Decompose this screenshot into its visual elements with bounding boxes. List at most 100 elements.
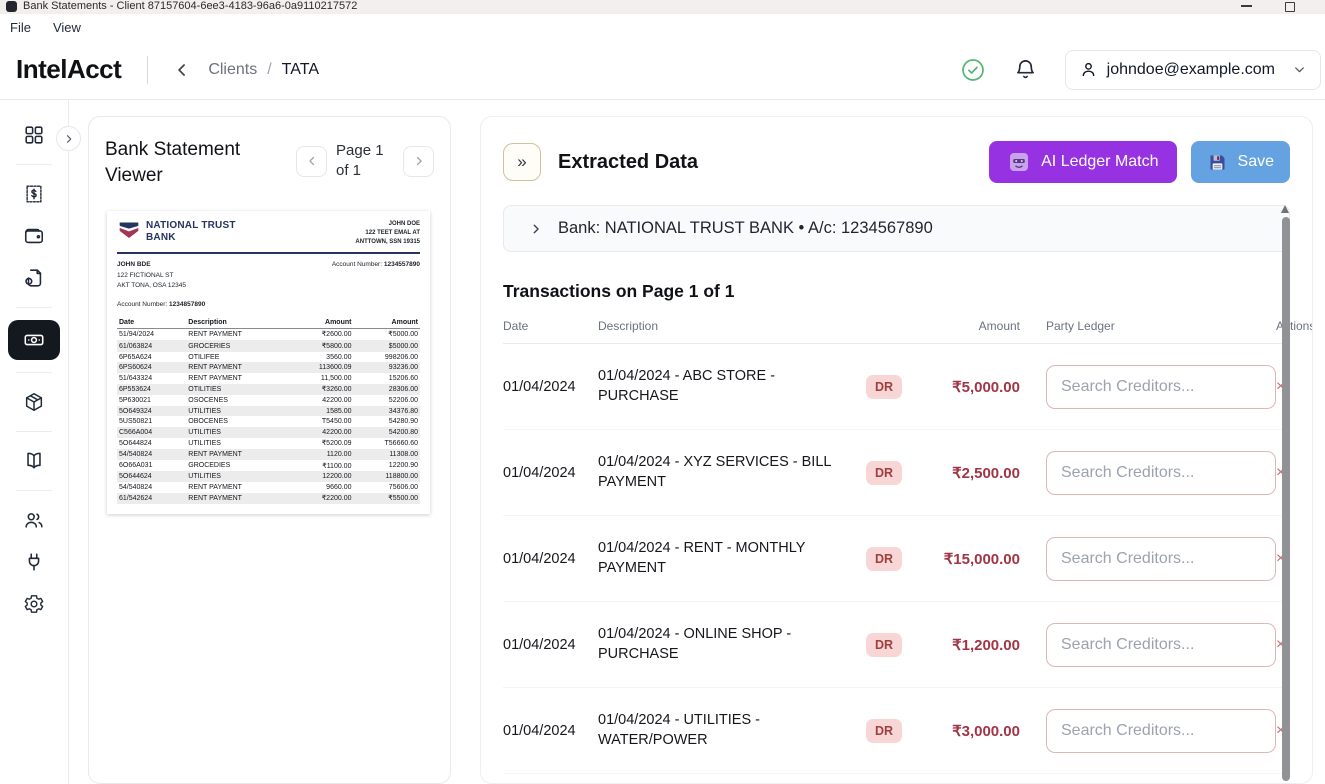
sidebar-item-reports[interactable]: [14, 444, 54, 478]
back-chevron-icon[interactable]: [172, 60, 192, 80]
package-icon: [23, 391, 45, 413]
page-indicator: Page 1 of 1: [336, 141, 394, 182]
prev-page-button[interactable]: [296, 146, 327, 177]
statement-rule: [117, 252, 420, 254]
col-date: Date: [503, 319, 598, 333]
statement-row: 5US50821OBOCENEST5450.0054280.90: [117, 416, 420, 427]
header-divider: [147, 56, 148, 84]
sidebar-item-settings[interactable]: [14, 587, 54, 621]
transaction-row: 01/04/2024 01/04/2024 - ABC STORE - PURC…: [503, 344, 1290, 430]
sidebar-divider: [16, 164, 52, 165]
sidebar-divider: [16, 431, 52, 432]
banknote-icon: [23, 329, 45, 351]
transaction-date: 01/04/2024: [503, 723, 598, 739]
scrollbar-thumb[interactable]: [1282, 217, 1290, 781]
transaction-row: 01/04/2024 01/04/2024 - ONLINE SHOP - PU…: [503, 602, 1290, 688]
col-party-ledger: Party Ledger: [1046, 319, 1276, 333]
transaction-description: 01/04/2024 - ABC STORE - PURCHASE: [598, 367, 866, 406]
transactions-section-title: Transactions on Page 1 of 1: [503, 281, 1290, 302]
breadcrumb-current[interactable]: TATA: [282, 61, 319, 79]
transaction-amount: ₹15,000.00: [912, 550, 1020, 568]
dr-badge: DR: [866, 719, 902, 743]
sidebar-divider: [16, 490, 52, 491]
transaction-date: 01/04/2024: [503, 551, 598, 567]
check-circle-icon: [960, 57, 986, 83]
statement-row: 6PS60624RENT PAYMENT113600.0993236.00: [117, 362, 420, 373]
next-page-button[interactable]: [403, 146, 434, 177]
wallet-icon: [23, 225, 45, 247]
transaction-amount: ₹5,000.00: [912, 378, 1020, 396]
menu-view[interactable]: View: [53, 20, 81, 35]
transaction-description: 01/04/2024 - UTILITIES - WATER/POWER: [598, 711, 866, 750]
sidebar-nav: [0, 100, 69, 784]
bank-summary-text: Bank: NATIONAL TRUST BANK • A/c: 1234567…: [558, 219, 933, 238]
ai-ledger-match-button[interactable]: AI Ledger Match: [989, 141, 1176, 183]
vertical-scrollbar[interactable]: [1281, 205, 1290, 783]
bank-summary-accordion[interactable]: Bank: NATIONAL TRUST BANK • A/c: 1234567…: [503, 205, 1290, 252]
sidebar-item-receipts[interactable]: [14, 177, 54, 211]
statement-row: 6O66A031GROCEDIES₹1100.0012200.90: [117, 460, 420, 472]
sidebar-item-bank-statements[interactable]: [8, 320, 60, 360]
app-logo: IntelAcct: [16, 54, 121, 85]
sidebar-item-dashboard[interactable]: [14, 118, 54, 152]
transaction-date: 01/04/2024: [503, 637, 598, 653]
user-menu[interactable]: johndoe@example.com: [1065, 50, 1321, 90]
sidebar-item-billing[interactable]: [14, 261, 54, 295]
save-button[interactable]: Save: [1191, 141, 1290, 183]
dr-badge: DR: [866, 633, 902, 657]
dr-badge: DR: [866, 461, 902, 485]
statement-col-amount1: Amount: [289, 317, 354, 329]
transaction-description: 01/04/2024 - XYZ SERVICES - BILL PAYMENT: [598, 453, 866, 492]
minimize-icon[interactable]: [1241, 0, 1253, 12]
dr-badge: DR: [866, 547, 902, 571]
menu-file[interactable]: File: [10, 20, 31, 35]
transaction-amount: ₹1,200.00: [912, 636, 1020, 654]
sidebar-item-wallet[interactable]: [14, 219, 54, 253]
gear-icon: [23, 593, 45, 615]
party-ledger-input[interactable]: [1046, 709, 1276, 753]
app-icon: [6, 1, 17, 12]
window-title: Bank Statements - Client 87157604-6ee3-4…: [23, 0, 357, 13]
statement-addressee: JOHN DOE 122 TEET EMAL AT ANTTOWN, SSN 1…: [355, 220, 420, 247]
statement-row: 5O649324UTILITIES1585.0034376.80: [117, 406, 420, 417]
party-ledger-input[interactable]: [1046, 365, 1276, 409]
transaction-row: 01/04/2024 01/04/2024 - RENT - MONTHLY P…: [503, 516, 1290, 602]
file-coin-icon: [23, 267, 45, 289]
statement-account-bottom: Account Number: 1234857890: [117, 301, 420, 308]
receipt-icon: [23, 183, 45, 205]
transaction-amount: ₹2,500.00: [912, 464, 1020, 482]
breadcrumb-separator: /: [267, 61, 271, 79]
robot-icon: [1007, 150, 1031, 174]
sidebar-item-users[interactable]: [14, 503, 54, 537]
party-ledger-input[interactable]: [1046, 623, 1276, 667]
scroll-up-arrow-icon[interactable]: [1281, 205, 1289, 213]
bank-statement-viewer-panel: Bank Statement Viewer Page 1 of 1 N: [88, 116, 451, 784]
party-ledger-input[interactable]: [1046, 451, 1276, 495]
sidebar-expand-button[interactable]: [56, 126, 81, 151]
sidebar-item-integrations[interactable]: [14, 545, 54, 579]
sidebar-item-inventory[interactable]: [14, 385, 54, 419]
bell-icon[interactable]: [1014, 58, 1037, 81]
statement-row: 51/94/2024RENT PAYMENT₹2600.00₹5000.00: [117, 328, 420, 340]
transaction-row: 01/04/2024 01/04/2024 - XYZ SERVICES - B…: [503, 430, 1290, 516]
party-ledger-input[interactable]: [1046, 537, 1276, 581]
statement-row: 61/542624RENT PAYMENT₹2200.00₹5500.00: [117, 493, 420, 505]
transaction-amount: ₹3,000.00: [912, 722, 1020, 740]
statement-col-description: Description: [186, 317, 288, 329]
col-description: Description: [598, 319, 866, 333]
user-email: johndoe@example.com: [1107, 61, 1275, 79]
statement-row: 5O644624UTILITIES12200.00118800.00: [117, 471, 420, 482]
breadcrumb-clients[interactable]: Clients: [208, 61, 257, 79]
floppy-disk-icon: [1207, 152, 1228, 173]
extracted-data-title: Extracted Data: [558, 151, 698, 174]
window-titlebar: Bank Statements - Client 87157604-6ee3-4…: [0, 0, 1325, 14]
dr-badge: DR: [866, 375, 902, 399]
transactions-table-header: Date Description Amount Party Ledger Act…: [503, 319, 1290, 344]
statement-holder: JOHN BDE 122 FICTIONAL ST AKT TONA, OSA …: [117, 260, 186, 290]
statement-preview: NATIONAL TRUST BANK JOHN DOE 122 TEET EM…: [107, 211, 430, 514]
maximize-icon[interactable]: [1283, 0, 1295, 12]
collapse-panel-button[interactable]: »: [503, 143, 541, 181]
statement-row: 51/643324RENT PAYMENT11,500.0015206.60: [117, 373, 420, 384]
statement-row: 5O644824UTILITIES₹5200.09T56660.60: [117, 438, 420, 450]
main-area: Bank Statement Viewer Page 1 of 1 N: [0, 100, 1325, 784]
